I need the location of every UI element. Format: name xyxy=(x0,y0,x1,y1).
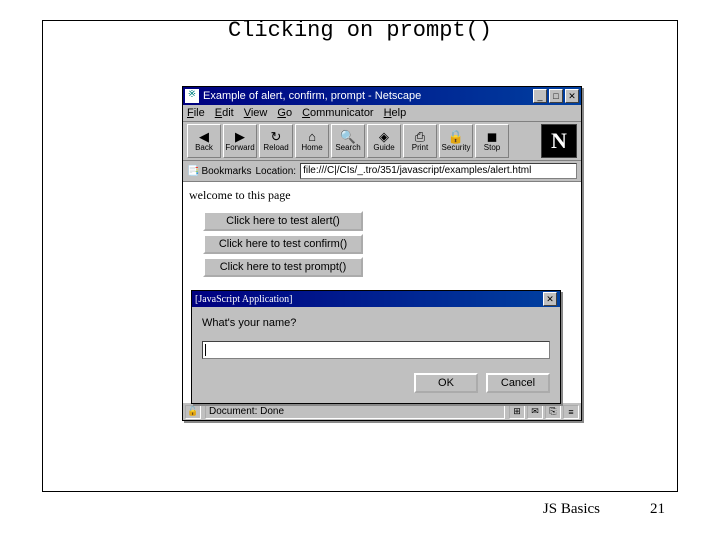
dialog-input[interactable] xyxy=(202,341,550,359)
url-input[interactable]: file:///C|/CIs/_.tro/351/javascript/exam… xyxy=(300,163,577,179)
menu-communicator[interactable]: Communicator xyxy=(302,107,374,119)
tray-icon: ✉ xyxy=(527,405,543,419)
menu-view[interactable]: View xyxy=(244,107,268,119)
tray-icon: ⎘ xyxy=(545,405,561,419)
print-icon: ⎙ xyxy=(415,130,425,143)
bookmarks-icon: 📑 xyxy=(187,166,199,177)
print-button[interactable]: ⎙Print xyxy=(403,124,437,158)
menu-go[interactable]: Go xyxy=(277,107,292,119)
app-icon: ※ xyxy=(185,89,199,103)
minimize-button[interactable]: _ xyxy=(533,89,547,103)
test-confirm-button[interactable]: Click here to test confirm() xyxy=(203,234,363,254)
status-bar: 🔓 Document: Done ⊞ ✉ ⎘ ≡ xyxy=(183,402,581,420)
stop-button[interactable]: ◼Stop xyxy=(475,124,509,158)
dialog-title: [JavaScript Application] xyxy=(195,294,292,305)
dialog-close-button[interactable]: ✕ xyxy=(543,292,557,306)
home-icon: ⌂ xyxy=(308,130,316,143)
close-button[interactable]: ✕ xyxy=(565,89,579,103)
page-content: welcome to this page Click here to test … xyxy=(183,182,581,402)
reload-button[interactable]: ↻Reload xyxy=(259,124,293,158)
search-button[interactable]: 🔍Search xyxy=(331,124,365,158)
menu-file[interactable]: File xyxy=(187,107,205,119)
test-prompt-button[interactable]: Click here to test prompt() xyxy=(203,257,363,277)
netscape-window: ※ Example of alert, confirm, prompt - Ne… xyxy=(182,86,582,421)
prompt-dialog: [JavaScript Application] ✕ What's your n… xyxy=(191,290,561,404)
welcome-text: welcome to this page xyxy=(189,188,575,203)
menu-bar: File Edit View Go Communicator Help xyxy=(183,105,581,122)
dialog-cancel-button[interactable]: Cancel xyxy=(486,373,550,393)
page-number: 21 xyxy=(650,501,665,518)
bookmarks-button[interactable]: 📑 Bookmarks xyxy=(187,166,251,177)
lock-icon: 🔓 xyxy=(185,405,201,419)
footer-label: JS Basics xyxy=(543,501,600,518)
status-tray: ⊞ ✉ ⎘ ≡ xyxy=(509,405,579,419)
window-controls: _ □ ✕ xyxy=(533,89,579,103)
maximize-button[interactable]: □ xyxy=(549,89,563,103)
dialog-ok-button[interactable]: OK xyxy=(414,373,478,393)
forward-icon: ▶ xyxy=(235,130,245,143)
menu-help[interactable]: Help xyxy=(384,107,407,119)
reload-icon: ↻ xyxy=(271,130,282,143)
security-button[interactable]: 🔒Security xyxy=(439,124,473,158)
menu-edit[interactable]: Edit xyxy=(215,107,234,119)
test-alert-button[interactable]: Click here to test alert() xyxy=(203,211,363,231)
security-icon: 🔒 xyxy=(448,130,464,143)
guide-button[interactable]: ◈Guide xyxy=(367,124,401,158)
slide: Clicking on prompt() ※ Example of alert,… xyxy=(0,0,720,540)
toolbar: ◀Back ▶Forward ↻Reload ⌂Home 🔍Search ◈Gu… xyxy=(183,122,581,161)
forward-button[interactable]: ▶Forward xyxy=(223,124,257,158)
dialog-body: What's your name? OK Cancel xyxy=(192,307,560,403)
slide-title: Clicking on prompt() xyxy=(0,18,720,43)
dialog-prompt-text: What's your name? xyxy=(202,317,550,329)
search-icon: 🔍 xyxy=(340,130,356,143)
netscape-logo: N xyxy=(541,124,577,158)
window-titlebar: ※ Example of alert, confirm, prompt - Ne… xyxy=(183,87,581,105)
tray-icon: ≡ xyxy=(563,405,579,419)
back-icon: ◀ xyxy=(199,130,209,143)
window-title: Example of alert, confirm, prompt - Nets… xyxy=(203,90,421,102)
status-text: Document: Done xyxy=(205,405,505,419)
dialog-buttons: OK Cancel xyxy=(202,373,550,393)
back-button[interactable]: ◀Back xyxy=(187,124,221,158)
home-button[interactable]: ⌂Home xyxy=(295,124,329,158)
tray-icon: ⊞ xyxy=(509,405,525,419)
guide-icon: ◈ xyxy=(379,130,389,143)
stop-icon: ◼ xyxy=(487,130,498,143)
dialog-titlebar: [JavaScript Application] ✕ xyxy=(192,291,560,307)
location-label: Location: xyxy=(255,166,296,177)
location-bar: 📑 Bookmarks Location: file:///C|/CIs/_.t… xyxy=(183,161,581,182)
